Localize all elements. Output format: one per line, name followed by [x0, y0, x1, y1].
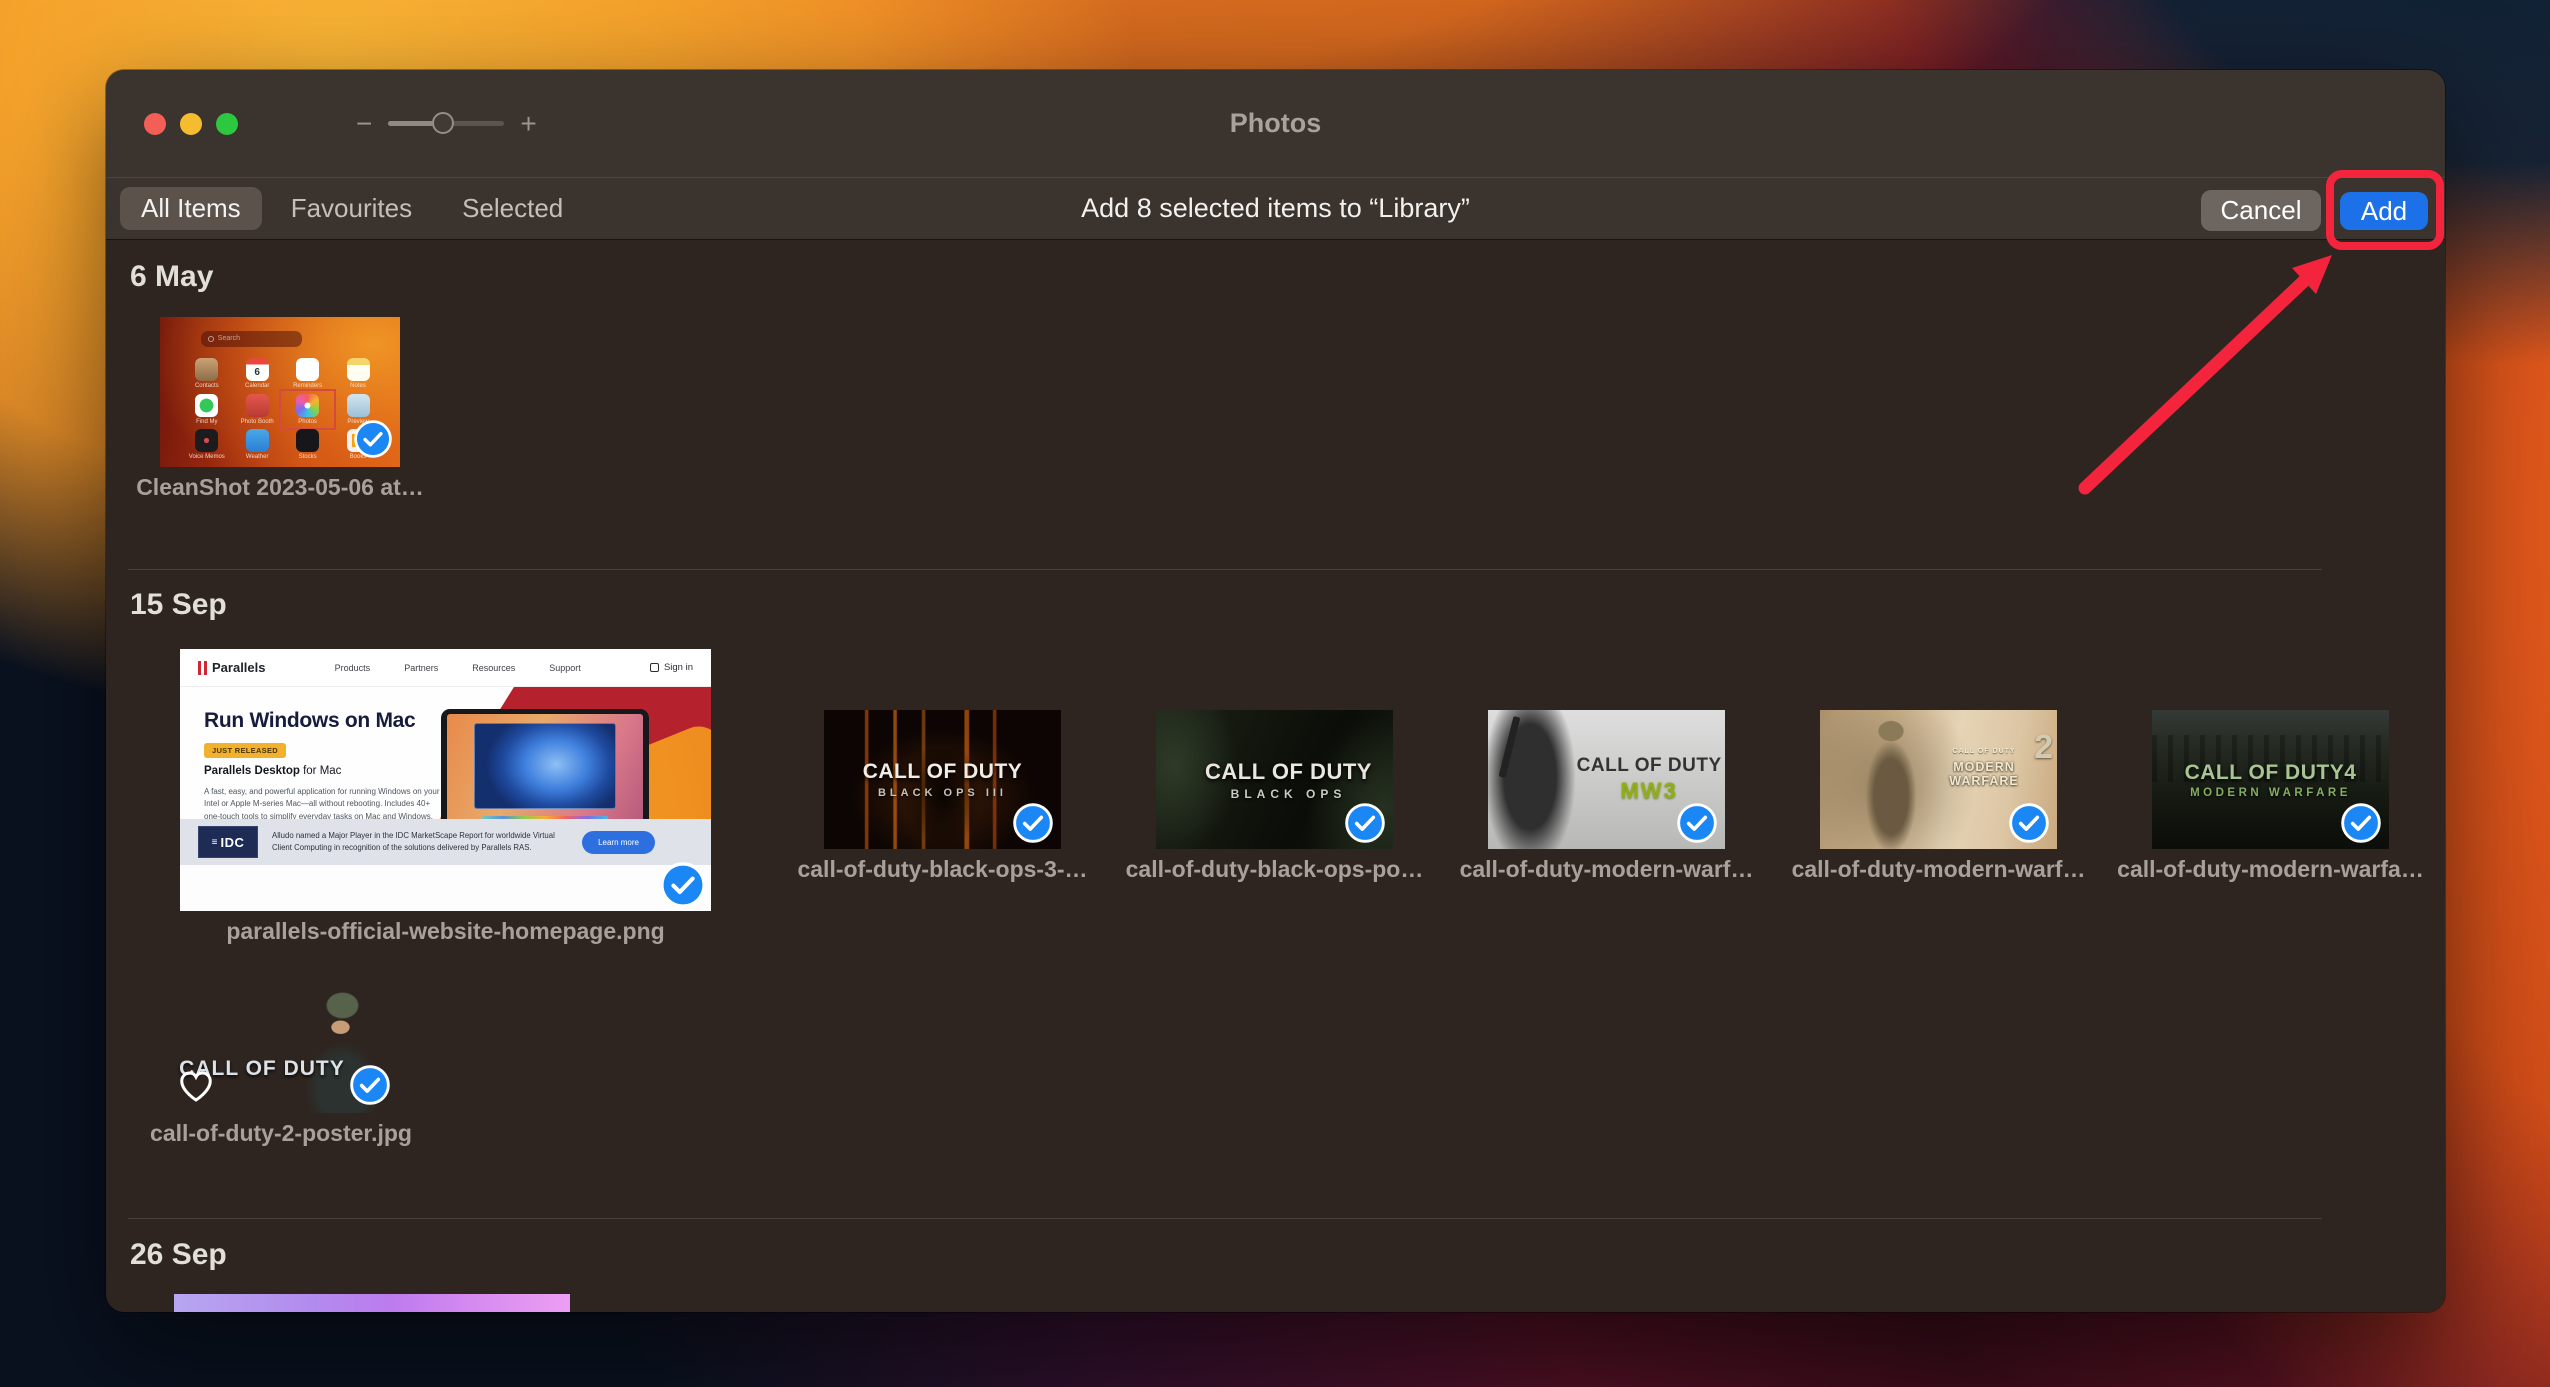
tab-all-items[interactable]: All Items — [120, 187, 262, 230]
photo-item-cleanshot[interactable]: Search Contacts 6Calendar Reminders Note… — [160, 317, 400, 501]
idc-logo: ≡IDC — [198, 826, 258, 858]
photobooth-app-icon — [246, 394, 269, 417]
minimize-button[interactable] — [180, 113, 202, 135]
fullscreen-button[interactable] — [216, 113, 238, 135]
photo-caption: call-of-duty-modern-warf… — [1460, 856, 1754, 883]
stocks-app-icon — [296, 429, 319, 452]
photo-grid: 6 May Search Contacts 6Calendar Reminder… — [106, 240, 2445, 1312]
app-icon-grid: Contacts 6Calendar Reminders Notes Find … — [182, 356, 384, 463]
photo-item-black-ops-3[interactable]: CALL OF DUTY BLACK OPS III call-of-duty-… — [824, 710, 1061, 883]
photo-item-parallels[interactable]: Parallels Products Partners Resources Su… — [180, 649, 711, 945]
add-button[interactable]: Add — [2340, 192, 2428, 230]
contacts-app-icon — [195, 358, 218, 381]
thumbnail-parallels[interactable]: Parallels Products Partners Resources Su… — [180, 649, 711, 911]
selected-checkmark-icon[interactable] — [2009, 803, 2049, 843]
windows-11-window — [474, 723, 615, 810]
selected-checkmark-icon[interactable] — [350, 1065, 390, 1105]
search-icon — [208, 336, 214, 342]
photos-app-icon — [296, 394, 319, 417]
photo-item-partial[interactable] — [174, 1294, 570, 1312]
photo-item-mw3[interactable]: CALL OF DUTY MW3 call-of-duty-modern-war… — [1488, 710, 1725, 883]
photo-caption: call-of-duty-2-poster.jpg — [150, 1120, 412, 1147]
reminders-app-icon — [296, 358, 319, 381]
selected-checkmark-icon[interactable] — [1677, 803, 1717, 843]
photo-item-mw2[interactable]: CALL OF DUTY MODERN WARFARE 2 call-of-du… — [1820, 710, 2057, 883]
section-header-26-sep: 26 Sep — [130, 1238, 227, 1272]
thumbnail-black-ops-3[interactable]: CALL OF DUTY BLACK OPS III — [824, 710, 1061, 849]
photos-window: − + Photos All Items Favourites Selected… — [106, 70, 2445, 1312]
photo-caption: call-of-duty-modern-warf… — [1792, 856, 2086, 883]
photo-caption: parallels-official-website-homepage.png — [226, 918, 664, 945]
photo-caption: call-of-duty-black-ops-3-… — [797, 856, 1087, 883]
section-divider — [128, 1218, 2322, 1219]
selected-checkmark-icon[interactable] — [354, 420, 392, 458]
thumbnail-cod4[interactable]: CALL OF DUTY4 MODERN WARFARE — [2152, 710, 2389, 849]
weather-app-icon — [246, 429, 269, 452]
voicememos-app-icon — [195, 429, 218, 452]
parallels-logo: Parallels — [198, 660, 266, 675]
idc-learn-more-graphic: Learn more — [582, 831, 655, 854]
selected-checkmark-icon[interactable] — [2341, 803, 2381, 843]
search-field-graphic: Search — [201, 331, 302, 348]
notes-app-icon — [347, 358, 370, 381]
thumbnail-zoom-slider: − + — [356, 70, 537, 177]
photo-caption: call-of-duty-modern-warfa… — [2117, 856, 2424, 883]
tab-selected[interactable]: Selected — [441, 187, 584, 230]
favourite-heart-icon[interactable] — [178, 1070, 214, 1103]
close-button[interactable] — [144, 113, 166, 135]
signin-icon — [650, 663, 659, 672]
slider-knob[interactable] — [432, 112, 454, 134]
section-divider — [128, 569, 2322, 570]
photo-caption: CleanShot 2023-05-06 at… — [136, 474, 424, 501]
zoom-out-icon[interactable]: − — [356, 110, 372, 138]
thumbnail-black-ops[interactable]: CALL OF DUTY BLACK OPS — [1156, 710, 1393, 849]
calendar-app-icon: 6 — [246, 358, 269, 381]
findmy-app-icon — [195, 394, 218, 417]
preview-app-icon — [347, 394, 370, 417]
thumbnail-mw3[interactable]: CALL OF DUTY MW3 — [1488, 710, 1725, 849]
thumbnail-partial-purple[interactable] — [174, 1294, 570, 1312]
zoom-in-icon[interactable]: + — [520, 110, 536, 138]
cancel-button[interactable]: Cancel — [2201, 190, 2321, 231]
section-header-15-sep: 15 Sep — [130, 588, 227, 622]
photo-item-cod2[interactable]: CALL OF DUTY call-of-duty-2-poster.jpg — [162, 980, 400, 1147]
tab-favourites[interactable]: Favourites — [270, 187, 433, 230]
parallels-logo-icon — [198, 661, 207, 675]
section-header-6-may: 6 May — [130, 260, 213, 294]
slider-track[interactable] — [388, 121, 504, 126]
photo-item-cod4[interactable]: CALL OF DUTY4 MODERN WARFARE call-of-dut… — [2152, 710, 2389, 883]
selected-checkmark-icon[interactable] — [1345, 803, 1385, 843]
photo-item-black-ops[interactable]: CALL OF DUTY BLACK OPS call-of-duty-blac… — [1156, 710, 1393, 883]
thumbnail-cod2[interactable]: CALL OF DUTY — [162, 980, 400, 1113]
selected-checkmark-icon[interactable] — [660, 862, 706, 908]
selected-checkmark-icon[interactable] — [1013, 803, 1053, 843]
titlebar: − + Photos — [106, 70, 2445, 177]
filter-tabs: All Items Favourites Selected — [120, 178, 584, 239]
toolbar: All Items Favourites Selected Add 8 sele… — [106, 177, 2445, 240]
thumbnail-cleanshot[interactable]: Search Contacts 6Calendar Reminders Note… — [160, 317, 400, 467]
thumbnail-mw2[interactable]: CALL OF DUTY MODERN WARFARE 2 — [1820, 710, 2057, 849]
window-controls — [144, 70, 238, 177]
photo-caption: call-of-duty-black-ops-po… — [1126, 856, 1424, 883]
screen: { "window": { "title": "Photos", "slider… — [0, 0, 2550, 1387]
